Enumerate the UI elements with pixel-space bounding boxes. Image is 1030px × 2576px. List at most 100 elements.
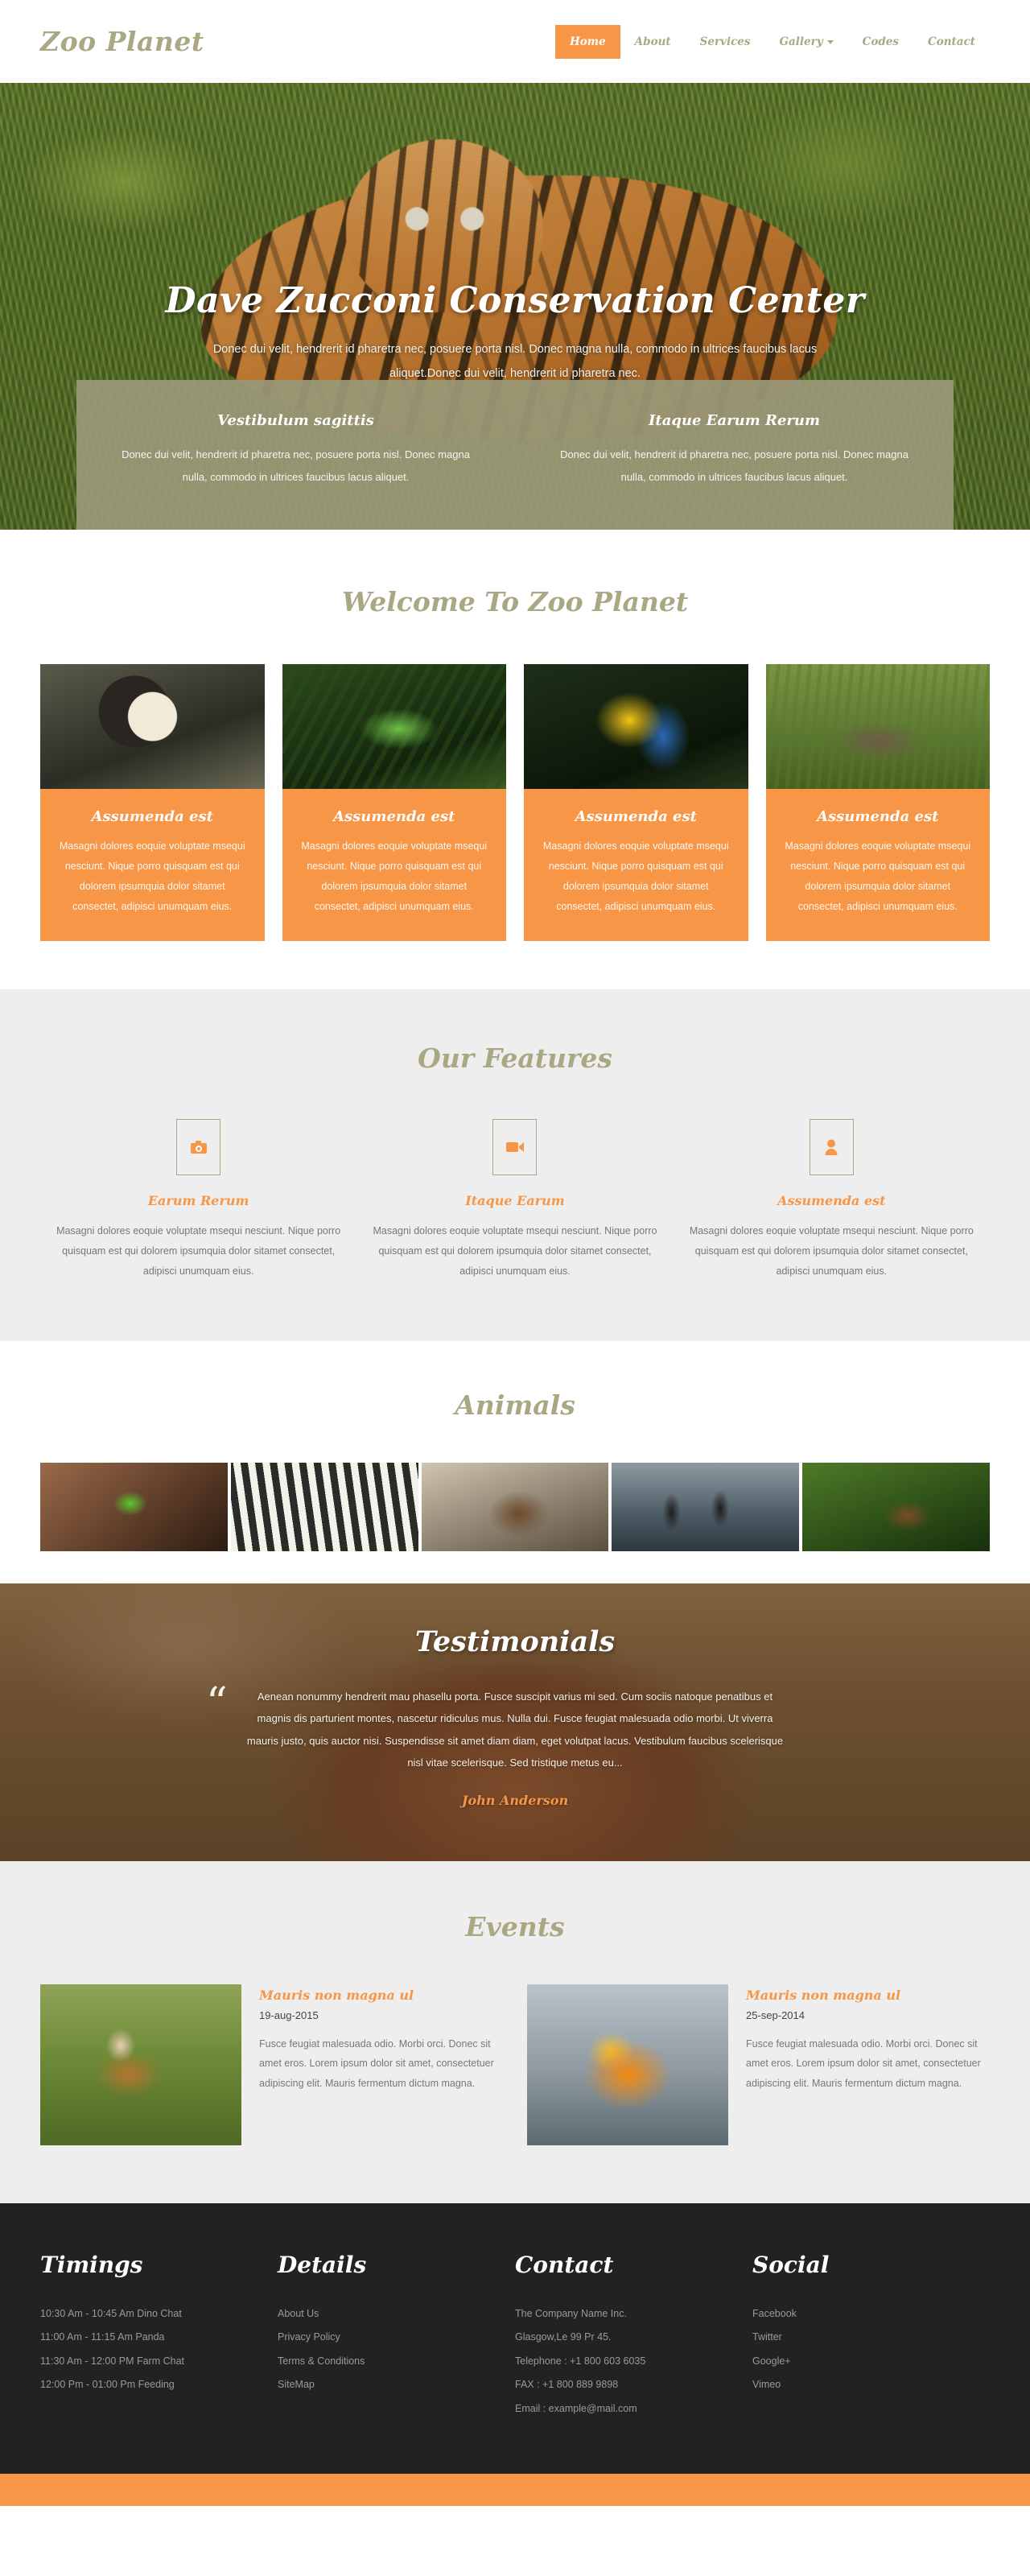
timing-item: 12:00 Pm - 01:00 Pm Feeding bbox=[40, 2379, 175, 2391]
footer-link-privacy-policy[interactable]: Privacy Policy bbox=[278, 2326, 492, 2349]
brown-bear-photo[interactable] bbox=[421, 1463, 609, 1551]
chevron-down-icon bbox=[826, 39, 834, 44]
red-eyed-tree-frog-photo[interactable] bbox=[40, 1463, 228, 1551]
feature-item: Itaque Earum Masagni dolores eoquie volu… bbox=[356, 1119, 673, 1282]
site-header: Zoo Planet Home About Services Gallery C… bbox=[0, 0, 1030, 83]
nav-label: Codes bbox=[862, 35, 899, 48]
main-navigation: Home About Services Gallery Codes Contac… bbox=[555, 24, 990, 59]
nav-label: About bbox=[634, 35, 671, 48]
testimonials-section: Testimonials “ Aenean nonummy hendrerit … bbox=[0, 1583, 1030, 1861]
feature-text: Masagni dolores eoquie voluptate msequi … bbox=[689, 1225, 974, 1277]
penguins-photo[interactable] bbox=[612, 1463, 800, 1551]
contact-company: The Company Name Inc. bbox=[515, 2308, 627, 2319]
event-text: Fusce feugiat malesuada odio. Morbi orci… bbox=[746, 2038, 981, 2089]
banner-title: Itaque Earum Rerum bbox=[648, 412, 821, 430]
social-link-twitter[interactable]: Twitter bbox=[752, 2326, 967, 2349]
animals-title: Animals bbox=[455, 1389, 575, 1421]
welcome-card[interactable]: Assumenda est Masagni dolores eoquie vol… bbox=[282, 664, 506, 941]
nav-item-contact[interactable]: Contact bbox=[913, 25, 990, 59]
hero-subtitle: Donec dui velit, hendrerit id pharetra n… bbox=[212, 343, 818, 381]
footer-column-contact: Contact The Company Name Inc. Glasgow,Le… bbox=[515, 2252, 752, 2421]
card-title: Assumenda est bbox=[333, 808, 455, 825]
social-link-googleplus[interactable]: Google+ bbox=[752, 2350, 967, 2373]
footer-column-social: Social Facebook Twitter Google+ Vimeo bbox=[752, 2252, 990, 2421]
nav-item-gallery[interactable]: Gallery bbox=[765, 25, 848, 59]
testimonial-quote-block: “ Aenean nonummy hendrerit mau phasellu … bbox=[206, 1682, 789, 1809]
footer-link-about-us[interactable]: About Us bbox=[278, 2302, 492, 2326]
footer-link-terms-conditions[interactable]: Terms & Conditions bbox=[278, 2350, 492, 2373]
footer-column-details: Details About Us Privacy Policy Terms & … bbox=[278, 2252, 515, 2421]
events-list: Mauris non magna ul 19-aug-2015 Fusce fe… bbox=[40, 1984, 990, 2145]
card-text: Masagni dolores eoquie voluptate msequi … bbox=[59, 840, 245, 912]
feature-item: Assumenda est Masagni dolores eoquie vol… bbox=[674, 1119, 990, 1282]
features-section: Our Features Earum Rerum Masagni dolores… bbox=[0, 989, 1030, 1341]
site-logo[interactable]: Zoo Planet bbox=[40, 26, 204, 57]
feature-text: Masagni dolores eoquie voluptate msequi … bbox=[56, 1225, 341, 1277]
welcome-card[interactable]: Assumenda est Masagni dolores eoquie vol… bbox=[40, 664, 265, 941]
nav-label: Gallery bbox=[779, 35, 823, 48]
social-link-facebook[interactable]: Facebook bbox=[752, 2302, 967, 2326]
testimonial-author: John Anderson bbox=[461, 1793, 569, 1809]
site-footer: Timings 10:30 Am - 10:45 Am Dino Chat 11… bbox=[0, 2203, 1030, 2474]
banner-column-2: Itaque Earum Rerum Donec dui velit, hend… bbox=[515, 412, 954, 488]
nav-item-home[interactable]: Home bbox=[555, 24, 620, 59]
quote-icon: “ bbox=[206, 1679, 228, 1728]
welcome-card[interactable]: Assumenda est Masagni dolores eoquie vol… bbox=[524, 664, 748, 941]
card-text: Masagni dolores eoquie voluptate msequi … bbox=[301, 840, 488, 912]
nav-item-about[interactable]: About bbox=[620, 25, 686, 59]
features-title: Our Features bbox=[418, 1042, 612, 1074]
deer-photo[interactable] bbox=[802, 1463, 990, 1551]
event-item[interactable]: Mauris non magna ul 25-sep-2014 Fusce fe… bbox=[527, 1984, 990, 2145]
hero-title: Dave Zucconi Conservation Center bbox=[165, 280, 865, 321]
camera-icon bbox=[190, 1141, 207, 1154]
banner-title: Vestibulum sagittis bbox=[217, 412, 374, 430]
event-text: Fusce feugiat malesuada odio. Morbi orci… bbox=[259, 2038, 494, 2089]
footer-heading: Details bbox=[278, 2252, 367, 2278]
banner-text: Donec dui velit, hendrerit id pharetra n… bbox=[560, 448, 908, 483]
zebra-photo[interactable] bbox=[230, 1463, 418, 1551]
contact-telephone: Telephone : +1 800 603 6035 bbox=[515, 2355, 646, 2367]
banner-text: Donec dui velit, hendrerit id pharetra n… bbox=[122, 448, 470, 483]
card-title: Assumenda est bbox=[91, 808, 213, 825]
event-item[interactable]: Mauris non magna ul 19-aug-2015 Fusce fe… bbox=[40, 1984, 503, 2145]
features-list: Earum Rerum Masagni dolores eoquie volup… bbox=[40, 1119, 990, 1282]
welcome-title: Welcome To Zoo Planet bbox=[341, 586, 689, 617]
sun-conure-parrot-photo bbox=[527, 1984, 728, 2145]
nav-label: Contact bbox=[927, 35, 975, 48]
woman-with-dog-photo bbox=[40, 1984, 241, 2145]
footer-link-sitemap[interactable]: SiteMap bbox=[278, 2373, 492, 2396]
footer-heading: Contact bbox=[515, 2252, 614, 2278]
nav-label: Services bbox=[699, 35, 751, 48]
footer-bottom-bar bbox=[0, 2473, 1030, 2506]
timing-item: 11:00 Am - 11:15 Am Panda bbox=[40, 2331, 165, 2343]
nav-item-services[interactable]: Services bbox=[686, 25, 765, 59]
card-text: Masagni dolores eoquie voluptate msequi … bbox=[542, 840, 729, 912]
events-title: Events bbox=[465, 1911, 565, 1942]
welcome-card[interactable]: Assumenda est Masagni dolores eoquie vol… bbox=[765, 664, 990, 941]
footer-heading: Timings bbox=[40, 2252, 143, 2278]
social-link-vimeo[interactable]: Vimeo bbox=[752, 2373, 967, 2396]
timing-item: 11:30 Am - 12:00 PM Farm Chat bbox=[40, 2355, 185, 2367]
event-title: Mauris non magna ul bbox=[746, 1988, 901, 2003]
animals-gallery bbox=[40, 1463, 990, 1551]
feature-icon-frame bbox=[176, 1119, 221, 1175]
feature-text: Masagni dolores eoquie voluptate msequi … bbox=[373, 1225, 657, 1277]
testimonials-title: Testimonials bbox=[414, 1625, 616, 1658]
footer-column-timings: Timings 10:30 Am - 10:45 Am Dino Chat 11… bbox=[40, 2252, 278, 2421]
hero-content: Dave Zucconi Conservation Center Donec d… bbox=[0, 83, 1030, 386]
event-date: 25-sep-2014 bbox=[746, 2009, 805, 2021]
feature-icon-frame bbox=[492, 1119, 538, 1175]
welcome-section: Welcome To Zoo Planet Assumenda est Masa… bbox=[0, 530, 1030, 989]
nav-item-codes[interactable]: Codes bbox=[848, 25, 913, 59]
video-camera-icon bbox=[505, 1142, 524, 1152]
feature-item: Earum Rerum Masagni dolores eoquie volup… bbox=[40, 1119, 356, 1282]
events-section: Events Mauris non magna ul 19-aug-2015 F… bbox=[0, 1861, 1030, 2203]
user-icon bbox=[825, 1139, 838, 1155]
feature-title: Itaque Earum bbox=[465, 1193, 565, 1208]
tapir-photo bbox=[765, 664, 990, 789]
testimonial-text: Aenean nonummy hendrerit mau phasellu po… bbox=[246, 1690, 784, 1769]
feature-title: Assumenda est bbox=[777, 1193, 886, 1208]
animals-section: Animals bbox=[0, 1341, 1030, 1583]
green-iguana-photo bbox=[282, 664, 506, 789]
card-title: Assumenda est bbox=[575, 808, 697, 825]
